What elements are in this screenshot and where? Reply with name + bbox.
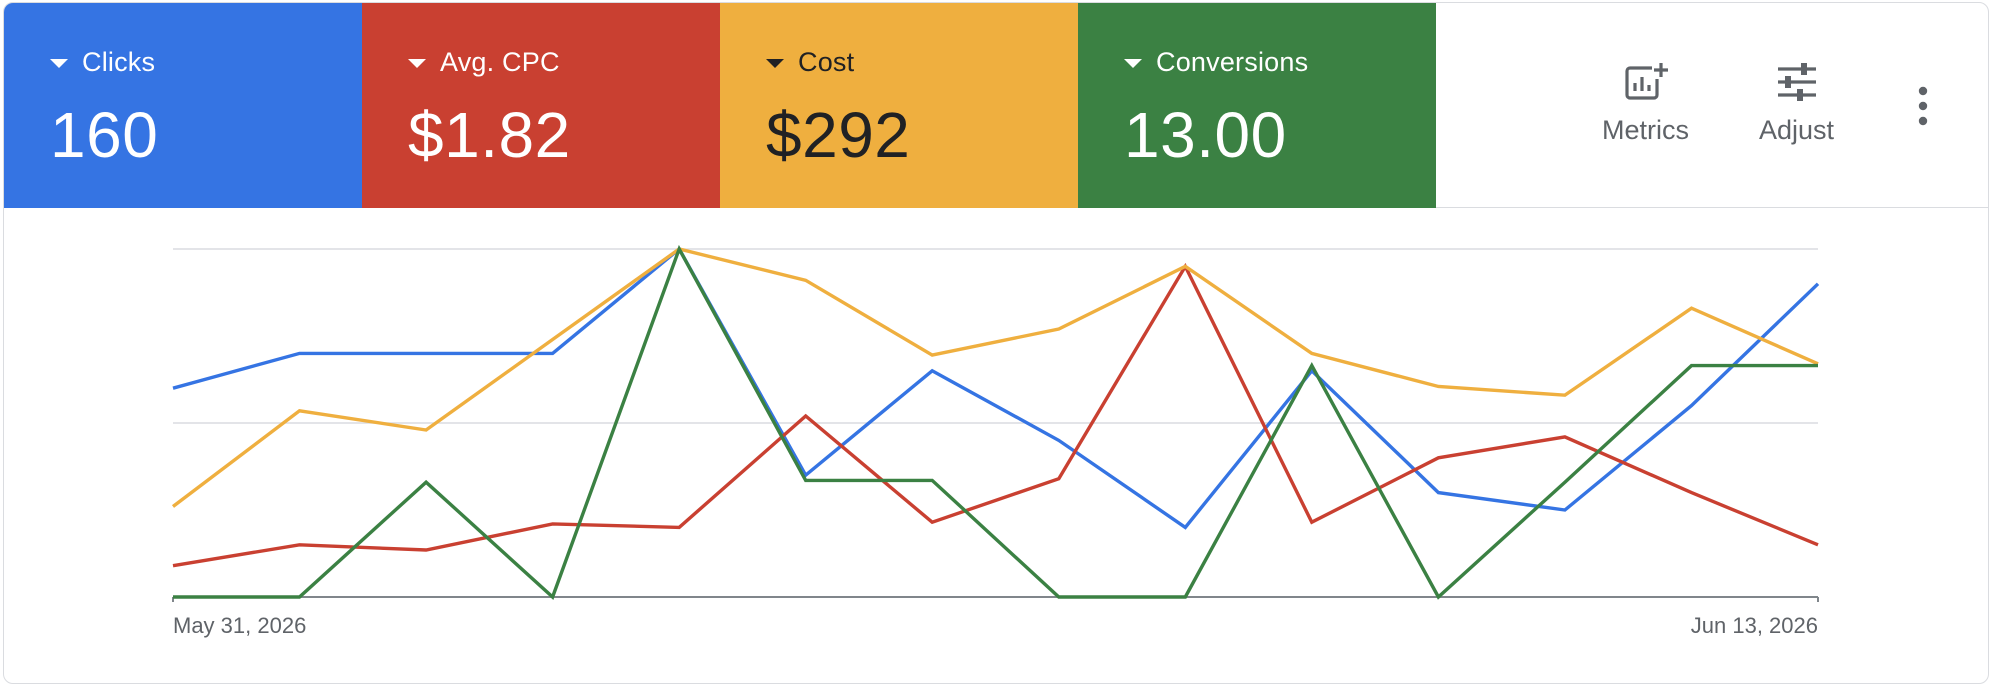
more-vert-icon[interactable] (1908, 83, 1938, 129)
chart-svg: May 31, 2026 Jun 13, 2026 (171, 244, 1820, 638)
x-tick-label: Jun 13, 2026 (1691, 613, 1818, 638)
tune-icon (1777, 63, 1816, 101)
metric-label-row: Clicks (50, 45, 155, 79)
scorecard-header: Clicks 160 Avg. CPC $1.82 Cost $292 Conv… (4, 3, 1988, 208)
metric-tile-clicks[interactable]: Clicks 160 (4, 3, 362, 208)
dropdown-arrow-icon (766, 58, 784, 68)
metric-label-row: Cost (766, 45, 854, 79)
dropdown-arrow-icon (1124, 58, 1142, 68)
x-tick-label: May 31, 2026 (173, 613, 306, 638)
metric-label: Cost (798, 46, 855, 77)
metric-value: $1.82 (408, 99, 571, 171)
dropdown-arrow-icon (50, 58, 68, 68)
line-chart: May 31, 2026 Jun 13, 2026 (4, 208, 1988, 683)
metric-label-row: Avg. CPC (408, 45, 560, 79)
metrics-button[interactable]: Metrics (1602, 61, 1689, 146)
metric-label: Avg. CPC (440, 46, 560, 77)
metric-tile-cost[interactable]: Cost $292 (720, 3, 1078, 208)
metric-tile-avg-cpc[interactable]: Avg. CPC $1.82 (362, 3, 720, 208)
performance-card: Clicks 160 Avg. CPC $1.82 Cost $292 Conv… (3, 2, 1989, 684)
series-line-clicks[interactable] (172, 246, 1820, 530)
series-line-cost[interactable] (171, 247, 1819, 508)
metric-label-row: Conversions (1124, 45, 1308, 79)
metric-value: 13.00 (1124, 99, 1287, 171)
series-line-avg-cpc[interactable] (172, 262, 1819, 568)
adjust-button-label: Adjust (1759, 115, 1835, 145)
adjust-button[interactable]: Adjust (1759, 61, 1834, 146)
dropdown-arrow-icon (408, 58, 426, 68)
metrics-button-label: Metrics (1602, 115, 1689, 145)
metric-value: 160 (50, 99, 159, 171)
add-chart-icon (1624, 61, 1670, 100)
metric-value: $292 (766, 99, 911, 171)
x-axis-ticks: May 31, 2026 Jun 13, 2026 (173, 613, 1818, 638)
metric-label: Conversions (1156, 46, 1309, 77)
metric-tile-conversions[interactable]: Conversions 13.00 (1078, 3, 1436, 208)
metric-label: Clicks (82, 46, 156, 77)
